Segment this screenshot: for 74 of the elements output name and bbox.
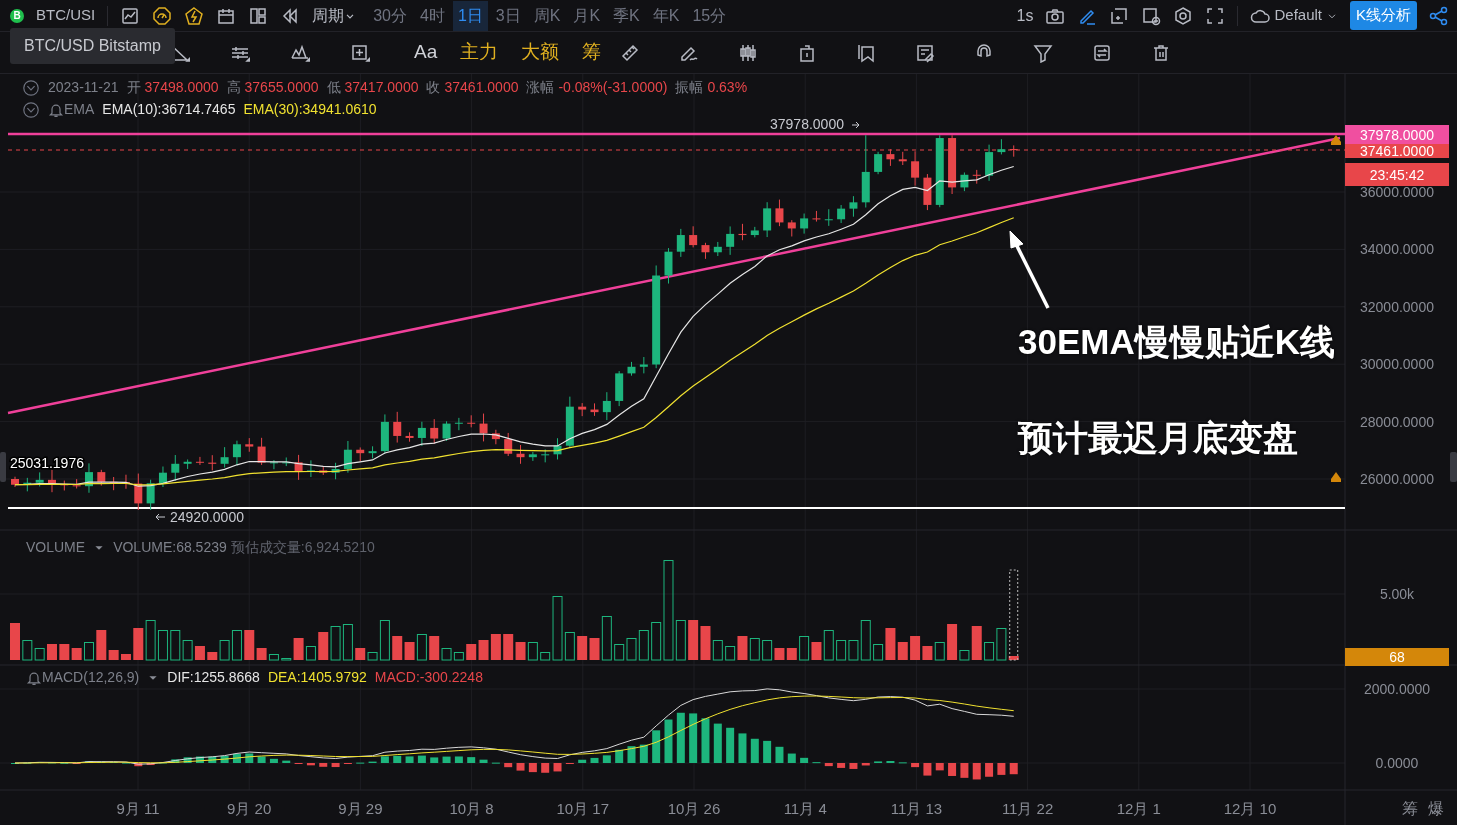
high-price-label: 37978.0000: [770, 116, 844, 132]
macd-value: MACD:-300.2248: [374, 668, 483, 687]
ohlc-value: 37655.0000: [244, 78, 319, 97]
ohlc-value: 0.63%: [707, 78, 748, 97]
interval-tab[interactable]: 15分: [687, 0, 732, 31]
ohlc-value: -0.08%(-31.0000): [558, 78, 668, 97]
ohlc-label: 收: [426, 78, 441, 97]
price-tag: 23:45:42: [1345, 163, 1449, 186]
date-axis-label: 10月 26: [667, 800, 721, 817]
annotation-text: 预计最迟月底变盘: [1018, 417, 1298, 459]
theme-dropdown[interactable]: Default: [1250, 4, 1338, 27]
analysis-button[interactable]: K线分析: [1350, 1, 1417, 30]
period-dropdown[interactable]: 周期: [312, 3, 357, 28]
tool-button[interactable]: 筹: [578, 38, 606, 67]
volume-axis-label: 5.00k: [1379, 586, 1415, 602]
ohlc-value: 37498.0000: [144, 78, 219, 97]
date-axis-label: 9月 20: [227, 800, 272, 817]
price-axis-label: 34000.0000: [1360, 241, 1434, 258]
macd-title: MACD(12,26,9): [42, 668, 140, 687]
dif-value: DIF:1255.8668: [167, 668, 260, 687]
macd-axis-label: 2000.0000: [1363, 681, 1431, 697]
symbol-label[interactable]: BTC/USI: [36, 4, 96, 27]
volume-estimate: 预估成交量:6,924.5210: [230, 538, 375, 557]
price-axis-label: 36000.0000: [1360, 184, 1434, 200]
interval-tab[interactable]: 周K: [528, 0, 566, 31]
tool-button[interactable]: Aa: [410, 38, 442, 67]
low-price-label: 24920.0000: [170, 509, 244, 525]
ohlc-label: 高: [226, 78, 241, 97]
volume-value: VOLUME:68.5239: [113, 538, 227, 557]
annotation-text: 30EMA慢慢贴近K线: [1018, 321, 1335, 363]
date-axis-label: 9月 29: [338, 800, 383, 817]
date-axis-label: 11月 22: [1001, 800, 1054, 817]
tool-button[interactable]: 大额: [517, 38, 564, 67]
date-axis-label: 10月 17: [556, 800, 610, 817]
macd-axis-label: 0.0000: [1375, 755, 1419, 771]
date-axis-label: 12月 1: [1116, 800, 1161, 817]
price-label: 25031.1976: [10, 455, 84, 471]
interval-tab[interactable]: 月K: [568, 0, 606, 31]
tooltip: BTC/USD Bitstamp: [10, 28, 175, 64]
volume-title: VOLUME: [26, 538, 86, 557]
interval-tab[interactable]: 4时: [415, 0, 450, 31]
date-axis-label: 11月 4: [783, 800, 827, 817]
date-axis-label: 10月 8: [449, 800, 494, 817]
date-axis-label: 9月 11: [116, 800, 160, 817]
volume-tag: 68: [1345, 648, 1449, 666]
interval-tab[interactable]: 年K: [647, 0, 685, 31]
date-axis-label: 11月 13: [890, 800, 943, 817]
dea-value: DEA:1405.9792: [267, 668, 367, 687]
footer-button[interactable]: 爆: [1428, 800, 1444, 817]
interval-tab[interactable]: 季K: [608, 0, 645, 31]
interval-tab[interactable]: 1日: [452, 0, 488, 31]
ema-value: EMA(10):36714.7465: [102, 100, 236, 119]
ema-indicator-label[interactable]: EMA: [64, 99, 95, 120]
refresh-rate[interactable]: 1s: [1016, 3, 1034, 28]
price-tag: 37978.0000: [1345, 125, 1449, 144]
ohlc-label: 涨幅: [526, 78, 555, 97]
date-axis-label: 12月 10: [1223, 800, 1277, 817]
price-axis-label: 28000.0000: [1360, 413, 1434, 430]
price-axis-label: 26000.0000: [1360, 471, 1434, 487]
footer-button[interactable]: 筹: [1402, 800, 1418, 817]
interval-tab[interactable]: 30分: [368, 0, 412, 31]
price-axis-label: 30000.0000: [1360, 356, 1434, 373]
price-axis-label: 32000.0000: [1360, 298, 1434, 315]
ohlc-value: 37417.0000: [344, 78, 419, 97]
price-tag: 37461.0000: [1345, 143, 1449, 159]
ohlc-label: 振幅: [675, 78, 704, 97]
ema-value: EMA(30):34941.0610: [243, 100, 377, 119]
ohlc-label: 开: [126, 78, 141, 97]
coin-logo: B: [10, 8, 24, 23]
ohlc-label: 低: [326, 78, 341, 97]
tool-button[interactable]: 主力: [456, 38, 503, 67]
interval-tab[interactable]: 3日: [490, 0, 526, 31]
ohlc-value: 37461.0000: [444, 78, 519, 97]
date-label: 2023-11-21: [48, 78, 119, 97]
